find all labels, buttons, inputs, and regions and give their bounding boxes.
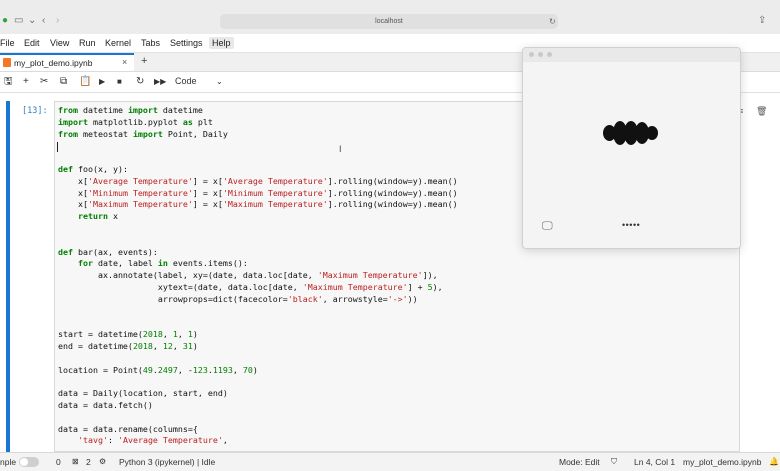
paste-icon[interactable]: 📋 bbox=[79, 75, 91, 88]
code-line: arrowprops=dict(facecolor='black', arrow… bbox=[58, 293, 418, 304]
code-line: def bar(ax, events): bbox=[58, 246, 158, 257]
code-line: ax.annotate(label, xy=(date, data.loc[da… bbox=[58, 270, 438, 281]
menu-help[interactable]: Help bbox=[209, 37, 234, 49]
code-line: x['Minimum Temperature'] = x['Minimum Te… bbox=[58, 187, 458, 198]
menu-run[interactable]: Run bbox=[76, 37, 99, 49]
editor-mode: Mode: Edit bbox=[559, 457, 600, 467]
code-line: location = Point(49.2497, -123.1193, 70) bbox=[58, 364, 258, 375]
code-line: data = data.fetch() bbox=[58, 400, 153, 410]
reload-icon[interactable]: ↻ bbox=[549, 16, 556, 28]
back-icon[interactable]: ‹ bbox=[42, 15, 45, 27]
menu-view[interactable]: View bbox=[47, 37, 72, 49]
zoom-dot-icon[interactable] bbox=[547, 52, 552, 57]
kernel-status[interactable]: Python 3 (ipykernel) | Idle bbox=[119, 457, 215, 467]
tab-title: my_plot_demo.ipynb bbox=[14, 58, 93, 68]
stop-icon[interactable]: ■ bbox=[117, 75, 122, 88]
code-line: xytext=(date, data.loc[date, 'Maximum Te… bbox=[58, 282, 443, 292]
add-cell-icon[interactable]: + bbox=[23, 75, 29, 88]
floating-panel: 🖵 ••••• bbox=[522, 47, 741, 249]
code-line: import matplotlib.pyplot as plt bbox=[58, 116, 213, 127]
sidebar-toggle-icon[interactable]: ▭ bbox=[14, 15, 23, 27]
save-icon[interactable]: 🖫 bbox=[4, 75, 13, 88]
panel-titlebar bbox=[523, 48, 740, 62]
kernel-count[interactable]: 2 bbox=[86, 457, 91, 467]
notebook-icon bbox=[3, 58, 11, 67]
code-line: for date, label in events.items(): bbox=[77, 258, 248, 269]
menu-file[interactable]: File bbox=[0, 37, 18, 49]
menu-kernel[interactable]: Kernel bbox=[102, 37, 134, 49]
window-controls-icon[interactable]: ● bbox=[2, 15, 8, 27]
mouse-ibeam-icon: I bbox=[339, 144, 342, 154]
chevron-down-icon[interactable]: ⌄ bbox=[28, 15, 36, 27]
kernel-icon: ⊠ bbox=[72, 457, 79, 466]
chevron-down-icon[interactable]: ⌄ bbox=[216, 75, 223, 88]
menu-edit[interactable]: Edit bbox=[21, 37, 43, 49]
menu-settings[interactable]: Settings bbox=[167, 37, 206, 49]
code-line: data = Daily(location, start, end) bbox=[58, 388, 228, 399]
simple-mode-toggle[interactable] bbox=[19, 457, 39, 467]
cell-prompt: [13]: bbox=[22, 106, 48, 116]
address-bar[interactable]: localhost bbox=[220, 14, 558, 29]
monitor-icon[interactable]: 🖵 bbox=[542, 220, 553, 233]
active-cell-marker bbox=[6, 101, 10, 452]
text-cursor bbox=[57, 142, 58, 152]
menu-tabs[interactable]: Tabs bbox=[138, 37, 163, 49]
code-line: 'tavg': 'Average Temperature', bbox=[77, 435, 228, 446]
code-line: from datetime import datetime bbox=[58, 105, 203, 115]
forward-icon[interactable]: › bbox=[56, 15, 59, 27]
browser-toolbar: ● ▭ ⌄ ‹ › localhost ↻ ⇪ bbox=[0, 0, 780, 35]
status-file-name: my_plot_demo.ipynb bbox=[683, 457, 762, 467]
cell-type-select[interactable]: Code bbox=[175, 75, 197, 88]
copy-icon[interactable]: ⧉ bbox=[60, 75, 67, 88]
cursor-position[interactable]: Ln 4, Col 1 bbox=[634, 457, 675, 467]
close-dot-icon[interactable] bbox=[529, 52, 534, 57]
run-icon[interactable]: ▶ bbox=[99, 75, 105, 88]
code-line: start = datetime(2018, 1, 1) bbox=[58, 329, 198, 340]
shield-check-icon: ⛉ bbox=[611, 457, 617, 466]
notification-icon[interactable]: 🔔 bbox=[769, 457, 779, 466]
code-line: def foo(x, y): bbox=[58, 164, 128, 174]
minimize-dot-icon[interactable] bbox=[538, 52, 543, 57]
simple-mode-label: nple bbox=[0, 457, 17, 467]
share-icon[interactable]: ⇪ bbox=[758, 15, 766, 27]
close-icon[interactable]: × bbox=[122, 57, 127, 67]
code-line: data = data.rename(columns={ bbox=[58, 423, 198, 434]
code-line: x['Maximum Temperature'] = x['Maximum Te… bbox=[58, 199, 458, 210]
loading-animation-icon bbox=[603, 121, 661, 145]
status-bar: nple 0 ⊠ 2 ⚙ Python 3 (ipykernel) | Idle… bbox=[0, 452, 780, 471]
restart-icon[interactable]: ↻ bbox=[136, 75, 144, 88]
code-line: x['Average Temperature'] = x['Average Te… bbox=[58, 175, 458, 186]
settings-icon[interactable]: ⚙ bbox=[99, 457, 106, 466]
page-dots: ••••• bbox=[622, 220, 641, 230]
url-text: localhost bbox=[375, 18, 403, 25]
code-line: from meteostat import Point, Daily bbox=[58, 128, 228, 139]
new-tab-button[interactable]: + bbox=[141, 55, 147, 67]
restart-run-all-icon[interactable]: ▶▶ bbox=[154, 75, 166, 88]
code-line: end = datetime(2018, 12, 31) bbox=[58, 341, 198, 351]
code-line: return x bbox=[77, 211, 118, 222]
tab-notebook[interactable]: my_plot_demo.ipynb × bbox=[0, 53, 134, 71]
terminal-count[interactable]: 0 bbox=[56, 457, 61, 467]
cut-icon[interactable]: ✂ bbox=[40, 75, 48, 88]
delete-cell-icon[interactable]: 🗑 bbox=[756, 106, 767, 117]
